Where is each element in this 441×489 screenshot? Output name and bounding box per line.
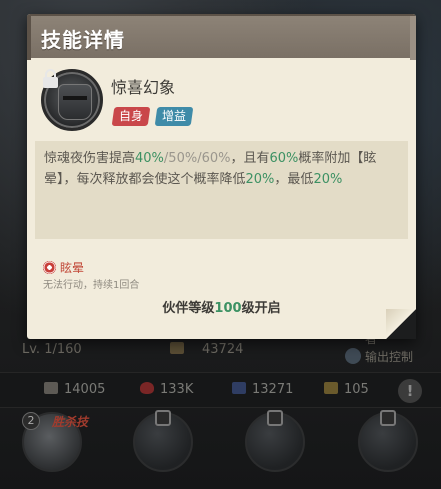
unlock-suffix: 级开启 bbox=[241, 301, 281, 316]
desc-value: 20% bbox=[245, 172, 275, 187]
skill-name: 惊喜幻象 bbox=[111, 78, 176, 97]
lock-body bbox=[43, 77, 58, 88]
skill-slot-tag: 胜杀技 bbox=[52, 415, 89, 429]
hp-value: 133K bbox=[160, 382, 194, 397]
stats-bar: 14005 133K 13271 105 ! bbox=[0, 372, 441, 408]
desc-text: ，最低 bbox=[274, 172, 314, 187]
stats-info-button[interactable]: ! bbox=[398, 379, 422, 403]
desc-text: 惊魂夜伤害提高 bbox=[44, 151, 136, 166]
hero-power: 43724 bbox=[170, 342, 243, 357]
speed-icon bbox=[324, 382, 338, 394]
desc-value: 20% bbox=[313, 172, 343, 187]
unlock-requirement: 伙伴等级100级开启 bbox=[27, 297, 416, 316]
speed-value: 105 bbox=[344, 382, 369, 397]
unlock-prefix: 伙伴等级 bbox=[162, 301, 215, 316]
power-icon bbox=[170, 342, 184, 354]
skill-slot-3[interactable] bbox=[245, 410, 305, 472]
skill-slot-2[interactable] bbox=[133, 410, 193, 472]
stat-defense: 13271 bbox=[232, 382, 293, 397]
desc-value-upgrades: /50%/60% bbox=[163, 151, 231, 166]
helmet-figure bbox=[58, 84, 92, 120]
role-label: 输出控制 bbox=[365, 350, 414, 364]
lock-icon bbox=[267, 410, 283, 426]
role-icon bbox=[345, 348, 361, 364]
status-description: 无法行动，持续1回合 bbox=[43, 280, 140, 291]
stat-attack: 14005 bbox=[44, 382, 105, 397]
desc-value: 40% bbox=[135, 151, 164, 166]
skill-description: 惊魂夜伤害提高40%/50%/60%，且有60%概率附加【眩晕】，每次释放都会使… bbox=[35, 141, 408, 239]
helmet-visor bbox=[63, 96, 87, 100]
hp-heart-icon bbox=[140, 382, 154, 394]
stat-speed: 105 bbox=[324, 382, 369, 397]
lock-icon bbox=[155, 410, 171, 426]
unlock-level: 100 bbox=[214, 301, 242, 316]
tag-self: 自身 bbox=[111, 107, 151, 126]
lock-icon bbox=[380, 410, 396, 426]
tag-self-label: 自身 bbox=[119, 109, 144, 123]
header-edge bbox=[410, 16, 416, 60]
page-fold-corner bbox=[386, 309, 416, 339]
skill-slot-number: 2 bbox=[22, 412, 40, 430]
tag-buff: 增益 bbox=[154, 107, 194, 126]
card-header: 技能详情 bbox=[27, 14, 416, 60]
stun-status-icon bbox=[43, 261, 56, 274]
skill-tags: 自身 增益 bbox=[111, 105, 194, 126]
card-title: 技能详情 bbox=[41, 28, 125, 52]
skill-detail-card: 技能详情 惊喜幻象 自身 增益 惊魂夜伤害提高40%/50%/60%，且有60%… bbox=[27, 14, 416, 339]
hero-level: Lv. 1/160 bbox=[22, 342, 82, 357]
hero-power-value: 43724 bbox=[202, 342, 244, 357]
desc-value: 60% bbox=[269, 151, 299, 166]
defense-value: 13271 bbox=[252, 382, 294, 397]
defense-shield-icon bbox=[232, 382, 246, 394]
tag-buff-label: 增益 bbox=[162, 109, 187, 123]
attack-value: 14005 bbox=[64, 382, 106, 397]
desc-text: ，且有 bbox=[230, 151, 270, 166]
skill-slot-4[interactable] bbox=[358, 410, 418, 472]
lock-icon bbox=[41, 69, 61, 89]
attack-icon bbox=[44, 382, 58, 394]
stat-hp: 133K bbox=[140, 382, 193, 397]
status-name[interactable]: 眩晕 bbox=[60, 259, 84, 276]
